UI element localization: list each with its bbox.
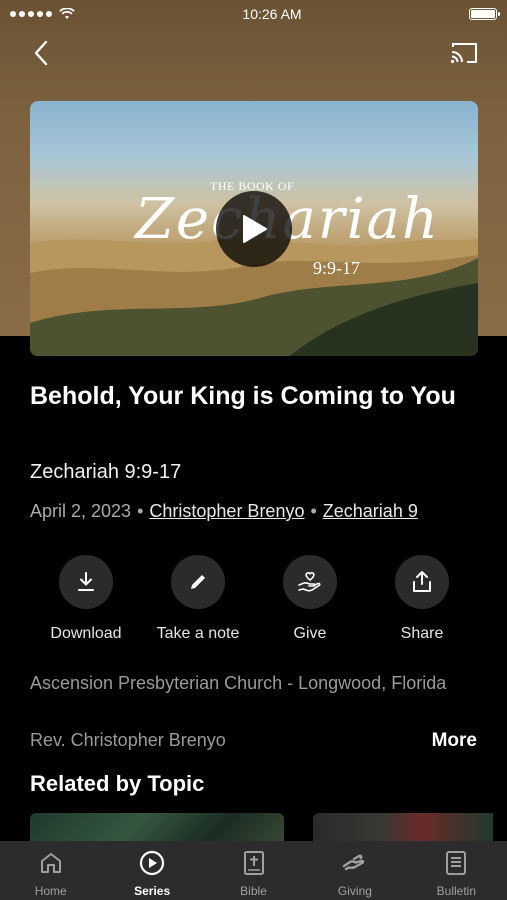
take-note-label: Take a note bbox=[156, 625, 240, 642]
share-icon-circle[interactable] bbox=[395, 555, 449, 609]
tab-bible[interactable]: Bible bbox=[203, 841, 304, 900]
back-button[interactable] bbox=[24, 36, 58, 70]
pencil-icon bbox=[191, 575, 205, 589]
chevron-left-icon bbox=[34, 40, 48, 66]
sermon-scripture: Zechariah 9:9-17 bbox=[30, 461, 182, 483]
separator-dot: • bbox=[137, 501, 144, 521]
sermon-video-player[interactable]: THE BOOK OF Zechariah 9:9-17 bbox=[30, 101, 478, 356]
give-icon-circle[interactable] bbox=[283, 555, 337, 609]
status-bar: 10:26 AM bbox=[0, 0, 507, 28]
share-button[interactable]: Share bbox=[366, 555, 478, 643]
tab-label: Home bbox=[34, 884, 67, 898]
speaker-link[interactable]: Christopher Brenyo bbox=[149, 501, 304, 522]
sermon-date: April 2, 2023 bbox=[30, 501, 132, 521]
share-icon bbox=[413, 571, 431, 592]
battery-icon bbox=[469, 8, 500, 20]
tab-label: Giving bbox=[337, 884, 372, 898]
signal-strength-icon bbox=[10, 8, 75, 20]
tab-bulletin[interactable]: Bulletin bbox=[406, 841, 507, 900]
book-link[interactable]: Zechariah 9 bbox=[323, 501, 418, 522]
cast-icon bbox=[450, 43, 477, 64]
cast-button[interactable] bbox=[447, 36, 481, 70]
pastor-name: Rev. Christopher Brenyo bbox=[30, 730, 226, 750]
heart-hand-icon bbox=[298, 572, 321, 592]
more-button[interactable]: More bbox=[432, 730, 477, 752]
separator-dot: • bbox=[310, 501, 317, 521]
church-name: Ascension Presbyterian Church - Longwood… bbox=[30, 673, 447, 693]
play-icon bbox=[243, 215, 267, 243]
tab-bar: Home Series Bible Giving Bulletin bbox=[0, 841, 507, 900]
tab-home[interactable]: Home bbox=[0, 841, 101, 900]
play-circle-icon bbox=[138, 849, 166, 877]
sermon-title: Behold, Your King is Coming to You bbox=[30, 382, 456, 410]
tab-label: Series bbox=[134, 884, 171, 898]
status-time: 10:26 AM bbox=[242, 6, 302, 22]
download-button[interactable]: Download bbox=[30, 555, 142, 643]
note-icon-circle[interactable] bbox=[171, 555, 225, 609]
video-reference: 9:9-17 bbox=[313, 258, 360, 278]
giving-icon bbox=[341, 849, 369, 877]
give-button[interactable]: Give bbox=[254, 555, 366, 643]
tab-label: Bible bbox=[240, 884, 267, 898]
download-label: Download bbox=[50, 625, 122, 642]
share-label: Share bbox=[400, 625, 444, 642]
tab-giving[interactable]: Giving bbox=[304, 841, 405, 900]
related-section-title: Related by Topic bbox=[30, 771, 205, 796]
sermon-meta: April 2, 2023 • Christopher Brenyo • Zec… bbox=[30, 501, 418, 522]
take-note-button[interactable]: Take a note bbox=[142, 555, 254, 643]
bulletin-icon bbox=[442, 849, 470, 877]
bible-icon bbox=[240, 849, 268, 877]
wifi-icon bbox=[59, 8, 75, 19]
tab-label: Bulletin bbox=[436, 884, 476, 898]
download-icon-circle[interactable] bbox=[59, 555, 113, 609]
tab-series[interactable]: Series bbox=[101, 841, 202, 900]
play-button[interactable] bbox=[216, 191, 292, 267]
home-icon bbox=[37, 849, 65, 877]
action-row: Download Take a note Give Share bbox=[30, 555, 478, 643]
give-label: Give bbox=[293, 625, 327, 642]
download-icon bbox=[78, 572, 94, 591]
